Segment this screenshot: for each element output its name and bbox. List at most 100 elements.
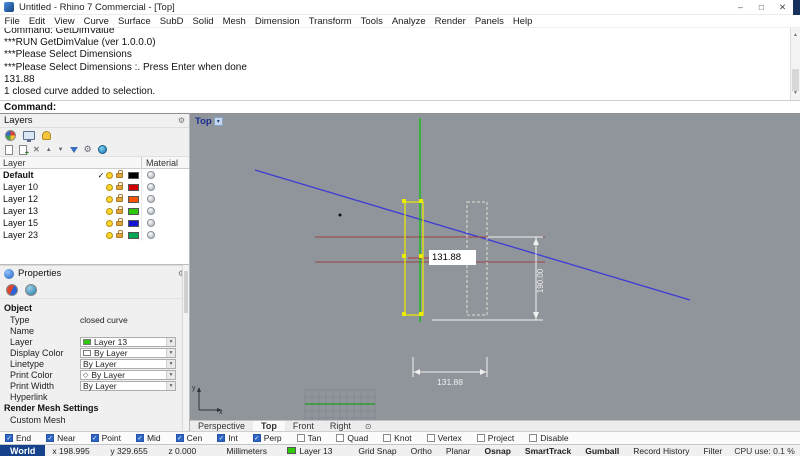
- osnap-perp[interactable]: ✓ Perp: [252, 433, 282, 443]
- layer-material-cell[interactable]: [141, 229, 189, 241]
- statusbar-toggle-record-history[interactable]: Record History: [626, 446, 696, 456]
- osnap-quad[interactable]: ✓Quad: [336, 433, 368, 443]
- cplane-button[interactable]: World: [0, 445, 46, 456]
- display-icon[interactable]: [23, 131, 35, 142]
- menu-item-subd[interactable]: SubD: [155, 16, 188, 27]
- current-layer-check[interactable]: ✓: [96, 231, 106, 240]
- checkbox[interactable]: ✓: [46, 434, 55, 442]
- menu-item-solid[interactable]: Solid: [188, 16, 218, 27]
- menu-item-tools[interactable]: Tools: [356, 16, 387, 27]
- layer-color-swatch[interactable]: [128, 219, 139, 227]
- object-section-header[interactable]: Object: [0, 302, 189, 314]
- checkbox[interactable]: ✓: [90, 434, 99, 442]
- checkbox[interactable]: ✓: [529, 434, 538, 442]
- menu-item-view[interactable]: View: [50, 16, 79, 27]
- delete-layer-icon[interactable]: ✕: [33, 145, 40, 154]
- layer-visibility-bulb-icon[interactable]: [106, 207, 113, 215]
- layer-row-10[interactable]: Layer 10 ✓: [0, 181, 189, 193]
- viewport-canvas[interactable]: y x 190.00 131.88: [190, 114, 800, 420]
- menu-item-surface[interactable]: Surface: [113, 16, 155, 27]
- checkbox[interactable]: ✓: [175, 434, 184, 442]
- layer-color-swatch[interactable]: [128, 195, 139, 203]
- statusbar-toggle-grid-snap[interactable]: Grid Snap: [351, 446, 403, 456]
- palette-icon[interactable]: [5, 130, 16, 141]
- layer-row-default[interactable]: Default ✓: [0, 169, 189, 181]
- dim-value-input[interactable]: 131.88: [429, 250, 476, 265]
- layer-lock-icon[interactable]: [116, 169, 123, 178]
- minimize-button[interactable]: –: [730, 2, 751, 12]
- statusbar-toggle-ortho[interactable]: Ortho: [404, 446, 439, 456]
- chevron-down-icon[interactable]: ▾: [166, 370, 175, 379]
- move-down-icon[interactable]: ▼: [58, 147, 64, 153]
- layer-lock-icon[interactable]: [116, 217, 123, 226]
- menu-item-help[interactable]: Help: [508, 16, 537, 27]
- viewport-title[interactable]: Top ▾: [195, 116, 223, 127]
- checkbox[interactable]: ✓: [135, 434, 144, 442]
- scroll-down-icon[interactable]: ▼: [791, 87, 800, 99]
- current-layer-check[interactable]: ✓: [96, 171, 106, 180]
- command-history-scrollbar[interactable]: ▲ ▼: [790, 28, 800, 100]
- print-width-dropdown[interactable]: By Layer ▾: [80, 380, 176, 391]
- layer-material-cell[interactable]: [141, 181, 189, 193]
- checkbox[interactable]: ✓: [5, 434, 13, 442]
- checkbox[interactable]: ✓: [296, 434, 305, 442]
- current-layer-button[interactable]: Layer 13: [279, 446, 351, 456]
- command-input[interactable]: [56, 101, 800, 113]
- menu-item-analyze[interactable]: Analyze: [387, 16, 430, 27]
- viewport-menu-dropdown-icon[interactable]: ▾: [213, 117, 223, 126]
- menu-item-mesh[interactable]: Mesh: [218, 16, 250, 27]
- checkbox[interactable]: ✓: [336, 434, 345, 442]
- osnap-disable[interactable]: ✓Disable: [529, 433, 569, 443]
- checkbox[interactable]: ✓: [383, 434, 392, 442]
- layer-row-13[interactable]: Layer 13 ✓: [0, 205, 189, 217]
- display-color-dropdown[interactable]: By Layer ▾: [80, 347, 176, 358]
- viewport-tab-perspective[interactable]: Perspective: [190, 421, 253, 431]
- rhino-logo-icon[interactable]: [4, 2, 14, 12]
- menu-item-render[interactable]: Render: [430, 16, 470, 27]
- move-up-icon[interactable]: ▲: [46, 147, 52, 153]
- layer-settings-icon[interactable]: ⚙: [84, 144, 92, 155]
- statusbar-toggle-gumball[interactable]: Gumball: [578, 446, 626, 456]
- object-properties-tab-icon[interactable]: [6, 283, 18, 296]
- layer-lock-icon[interactable]: [116, 193, 123, 202]
- chevron-down-icon[interactable]: ▾: [166, 359, 175, 368]
- viewport-tab-right[interactable]: Right: [322, 421, 359, 431]
- osnap-mid[interactable]: ✓ Mid: [135, 433, 161, 443]
- current-layer-check[interactable]: ✓: [96, 207, 106, 216]
- layer-row-12[interactable]: Layer 12 ✓: [0, 193, 189, 205]
- osnap-vertex[interactable]: ✓Vertex: [426, 433, 462, 443]
- current-layer-check[interactable]: ✓: [96, 195, 106, 204]
- chevron-down-icon[interactable]: ▾: [166, 348, 175, 357]
- print-color-dropdown[interactable]: ◇ By Layer ▾: [80, 369, 176, 380]
- statusbar-toggle-filter[interactable]: Filter: [696, 446, 729, 456]
- new-layer-icon[interactable]: [5, 144, 13, 155]
- menu-item-dimension[interactable]: Dimension: [250, 16, 304, 27]
- filter-icon[interactable]: [69, 146, 78, 153]
- layer-dropdown[interactable]: Layer 13 ▾: [80, 336, 176, 347]
- menu-item-file[interactable]: File: [0, 16, 24, 27]
- menu-item-panels[interactable]: Panels: [470, 16, 508, 27]
- statusbar-toggle-smarttrack[interactable]: SmartTrack: [518, 446, 578, 456]
- osnap-project[interactable]: ✓Project: [476, 433, 514, 443]
- gear-icon[interactable]: ⚙: [178, 116, 185, 125]
- maximize-button[interactable]: □: [751, 2, 772, 12]
- layer-row-23[interactable]: Layer 23 ✓: [0, 229, 189, 241]
- layer-material-cell[interactable]: [141, 193, 189, 205]
- blue-curve[interactable]: [254, 169, 691, 301]
- checkbox[interactable]: ✓: [217, 434, 226, 442]
- layer-lock-icon[interactable]: [116, 181, 123, 190]
- close-button[interactable]: ✕: [772, 2, 793, 13]
- layer-material-cell[interactable]: [141, 217, 189, 229]
- layer-color-swatch[interactable]: [128, 171, 139, 179]
- custom-mesh-row[interactable]: Custom Mesh: [0, 414, 189, 425]
- new-sublayer-icon[interactable]: [19, 144, 29, 157]
- scroll-up-icon[interactable]: ▲: [791, 29, 800, 41]
- checkbox[interactable]: ✓: [426, 434, 435, 442]
- scrollbar-thumb[interactable]: [184, 271, 188, 313]
- layer-color-swatch[interactable]: [128, 207, 139, 215]
- osnap-end[interactable]: ✓ End: [5, 433, 31, 443]
- menu-item-edit[interactable]: Edit: [24, 16, 49, 27]
- viewport-tab-front[interactable]: Front: [285, 421, 322, 431]
- layer-visibility-bulb-icon[interactable]: [106, 183, 113, 191]
- osnap-point[interactable]: ✓ Point: [90, 433, 121, 443]
